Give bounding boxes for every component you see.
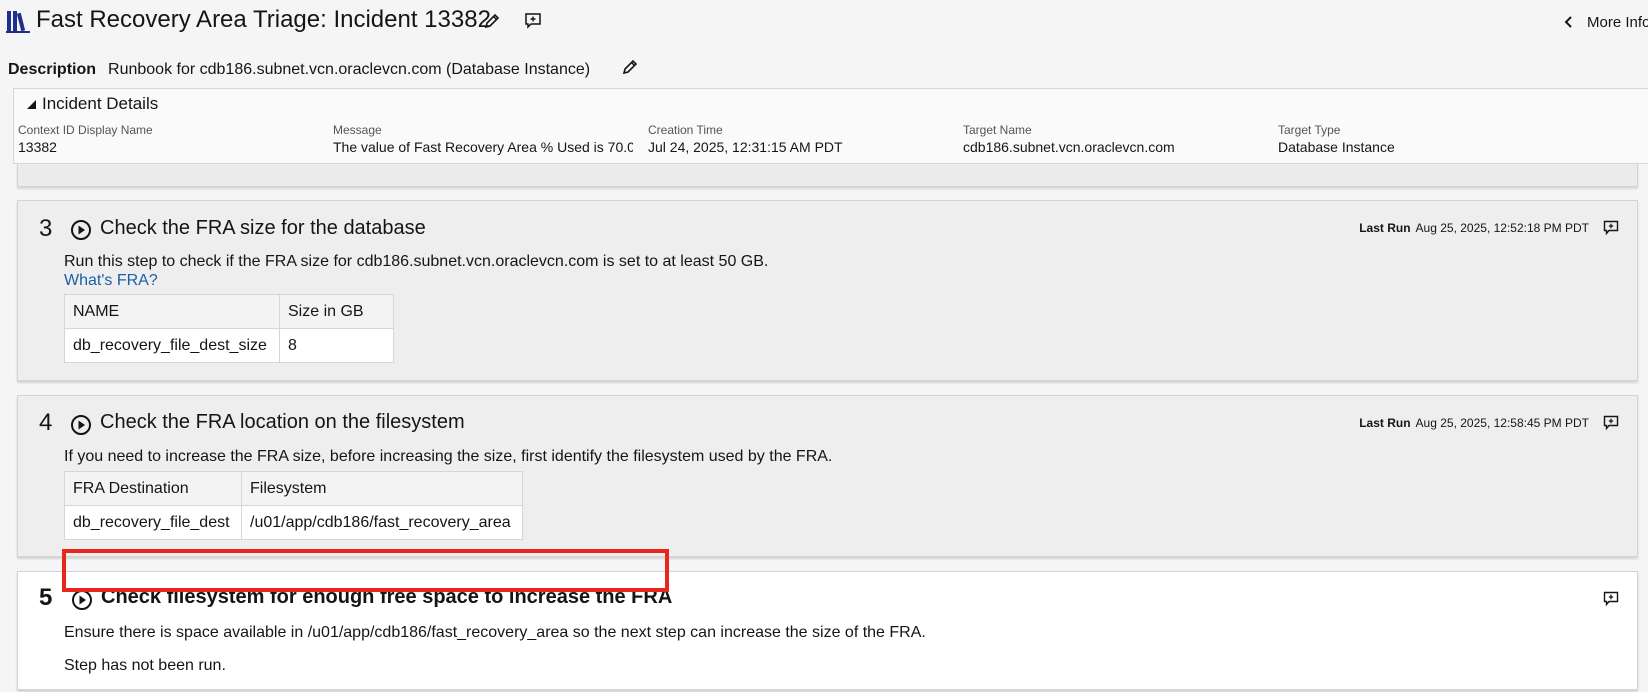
- field-target-type: Target Type Database Instance: [1278, 123, 1596, 155]
- step-description: Run this step to check if the FRA size f…: [64, 253, 769, 270]
- table-cell: db_recovery_file_dest: [64, 505, 242, 540]
- step-number: 5: [39, 584, 53, 611]
- table-cell: /u01/app/cdb186/fast_recovery_area: [241, 505, 523, 540]
- table-header-row: NAME Size in GB: [64, 294, 394, 329]
- more-info-label: More Info: [1587, 13, 1648, 31]
- column-header: NAME: [64, 294, 280, 329]
- step-number: 4: [39, 409, 53, 436]
- field-context-id: Context ID Display Name 13382: [18, 123, 336, 155]
- field-value: Database Instance: [1278, 139, 1395, 155]
- pencil-icon[interactable]: [621, 58, 639, 76]
- table-header-row: FRA Destination Filesystem: [64, 471, 523, 506]
- incident-details-toggle[interactable]: Incident Details: [25, 94, 158, 114]
- result-table: FRA Destination Filesystem db_recovery_f…: [64, 471, 523, 540]
- comment-icon[interactable]: [1603, 220, 1619, 236]
- last-run-time: Aug 25, 2025, 12:58:45 PM PDT: [1415, 416, 1589, 430]
- field-value: Jul 24, 2025, 12:31:15 AM PDT: [648, 139, 843, 155]
- page-header: Fast Recovery Area Triage: Incident 1338…: [0, 0, 1648, 46]
- step-card-4: 4 Check the FRA location on the filesyst…: [17, 395, 1638, 557]
- field-label: Creation Time: [648, 123, 723, 137]
- column-header: Filesystem: [241, 471, 523, 506]
- play-icon[interactable]: [70, 219, 92, 241]
- field-label: Message: [333, 123, 382, 137]
- step-title: Check the FRA size for the database: [100, 217, 426, 239]
- last-run-time: Aug 25, 2025, 12:52:18 PM PDT: [1415, 221, 1589, 235]
- incident-details-panel: Incident Details Context ID Display Name…: [13, 88, 1648, 164]
- field-target-name: Target Name cdb186.subnet.vcn.oraclevcn.…: [963, 123, 1281, 155]
- field-value: 13382: [18, 139, 57, 155]
- column-header: Size in GB: [279, 294, 394, 329]
- step-description: Ensure there is space available in /u01/…: [64, 624, 926, 641]
- comment-icon[interactable]: [1603, 415, 1619, 431]
- play-icon[interactable]: [70, 414, 92, 436]
- column-header: FRA Destination: [64, 471, 242, 506]
- chevron-left-icon: [1564, 16, 1572, 28]
- whats-fra-link[interactable]: What's FRA?: [64, 272, 158, 290]
- description-value: Runbook for cdb186.subnet.vcn.oraclevcn.…: [108, 61, 591, 78]
- play-icon[interactable]: [71, 589, 93, 611]
- field-label: Target Type: [1278, 123, 1341, 137]
- description-label: Description: [8, 61, 97, 78]
- last-run-label: Last Run: [1359, 221, 1411, 235]
- field-value: cdb186.subnet.vcn.oraclevcn.com: [963, 139, 1175, 155]
- table-row: db_recovery_file_dest /u01/app/cdb186/fa…: [64, 505, 523, 540]
- field-message: Message The value of Fast Recovery Area …: [333, 123, 633, 155]
- result-table: NAME Size in GB db_recovery_file_dest_si…: [64, 294, 394, 363]
- pencil-icon[interactable]: [483, 12, 501, 30]
- previous-step-edge: [17, 164, 1638, 187]
- table-cell: 8: [279, 328, 394, 363]
- comment-icon[interactable]: [524, 12, 542, 30]
- step-number: 3: [39, 215, 53, 242]
- highlight-box: [62, 549, 669, 592]
- step-status: Step has not been run.: [64, 657, 226, 674]
- step-title: Check the FRA location on the filesystem: [100, 411, 465, 433]
- description-row: Description Runbook for cdb186.subnet.vc…: [8, 58, 590, 82]
- last-run-label: Last Run: [1359, 416, 1411, 430]
- more-info-toggle[interactable]: More Info: [1562, 11, 1648, 33]
- step-card-3: 3 Check the FRA size for the database La…: [17, 200, 1638, 381]
- books-icon: [6, 11, 30, 33]
- last-run: Last Run Aug 25, 2025, 12:58:45 PM PDT: [1359, 416, 1589, 430]
- step-description: If you need to increase the FRA size, be…: [64, 448, 833, 465]
- comment-icon[interactable]: [1603, 591, 1619, 607]
- field-value: The value of Fast Recovery Area % Used i…: [333, 139, 633, 155]
- last-run: Last Run Aug 25, 2025, 12:52:18 PM PDT: [1359, 221, 1589, 235]
- field-label: Target Name: [963, 123, 1032, 137]
- page-title: Fast Recovery Area Triage: Incident 1338…: [36, 6, 491, 33]
- table-cell: db_recovery_file_dest_size: [64, 328, 280, 363]
- field-label: Context ID Display Name: [18, 123, 153, 137]
- incident-details-title: Incident Details: [42, 94, 159, 113]
- table-row: db_recovery_file_dest_size 8: [64, 328, 394, 363]
- field-creation-time: Creation Time Jul 24, 2025, 12:31:15 AM …: [648, 123, 966, 155]
- collapse-triangle-icon: [27, 100, 36, 109]
